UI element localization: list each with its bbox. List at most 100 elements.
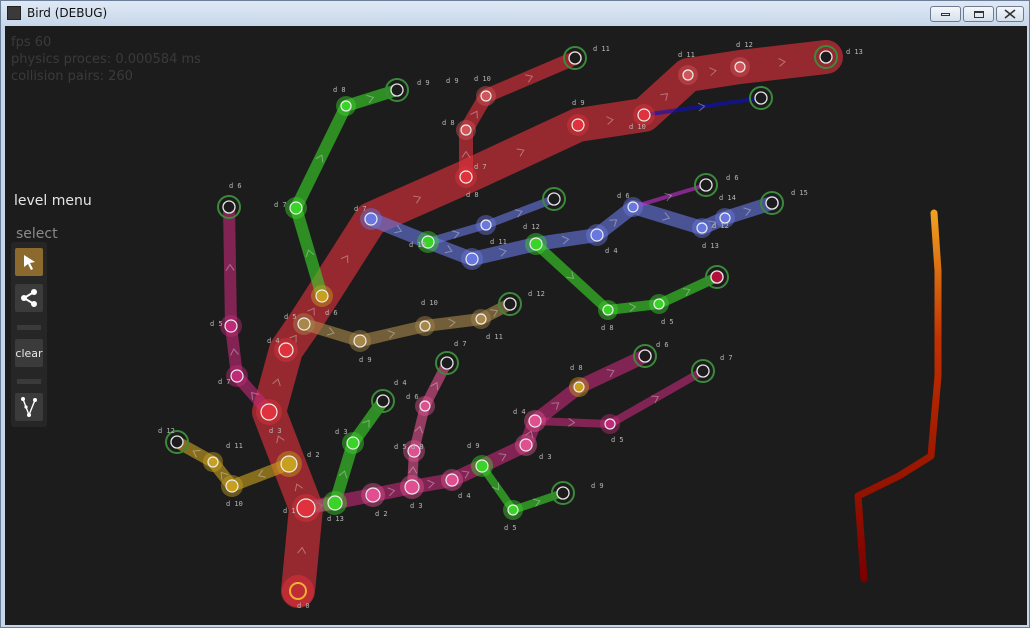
branch-node[interactable] [480,219,492,231]
branch-node[interactable] [404,479,420,495]
maximize-button[interactable] [963,6,994,22]
tool-panel: clear [11,242,47,427]
depth-label: d 10 [421,299,438,307]
app-icon [7,6,21,20]
depth-label: d 8 [333,86,346,94]
depth-label: d 4 [267,337,280,345]
branch-node[interactable] [346,436,360,450]
branch-node[interactable] [224,319,238,333]
depth-label: d 3 [335,428,348,436]
leaf-node[interactable] [547,192,561,206]
branch-node[interactable] [637,108,651,122]
branch-node[interactable] [590,228,604,242]
depth-label: d 2 [307,451,320,459]
branch-node[interactable] [327,495,343,511]
depth-label: d 10 [474,75,491,83]
branch-node[interactable] [627,201,639,213]
tree-scene[interactable]: d 0 d 1 d 2 d 3 d 4 d 5 d 6 d 7 d 8 d 9 d 10 d 11 d … [5,26,1027,625]
branch-node[interactable] [573,381,585,393]
depth-label: d 4 [458,492,471,500]
leaf-node[interactable] [638,349,652,363]
branch-node[interactable] [365,487,381,503]
branch-node[interactable] [734,61,746,73]
leaf-node-selected[interactable] [710,270,724,284]
branch-node[interactable] [289,201,303,215]
leaf-node[interactable] [819,50,833,64]
depth-label: d 12 [736,41,753,49]
branch-node[interactable] [604,418,616,430]
depth-label: d 13 [846,48,863,56]
branch-node[interactable] [315,289,329,303]
branch-node[interactable] [340,100,352,112]
close-button[interactable] [996,6,1024,22]
branch-node[interactable] [297,317,311,331]
depth-label: d 9 [591,482,604,490]
window-title: Bird (DEBUG) [27,6,108,20]
branch-node[interactable] [460,124,472,136]
close-icon [997,7,1023,21]
leaf-node[interactable] [503,297,517,311]
depth-label: d 6 [656,341,669,349]
branch-node[interactable] [260,403,278,421]
graph-tool-button[interactable] [15,393,43,421]
select-tool-button[interactable] [15,248,43,276]
depth-label: d 3 [269,427,282,435]
clear-button[interactable]: clear [15,339,43,367]
minimize-icon [931,7,960,21]
branch-node[interactable] [480,90,492,102]
branch-node[interactable] [475,459,489,473]
depth-label: d 7 [274,201,287,209]
select-arrow-icon [24,255,35,270]
leaf-node[interactable] [222,200,236,214]
depth-label: d 5 [661,318,674,326]
depth-label: d 12 [523,223,540,231]
branch-node[interactable] [571,118,585,132]
branch-node[interactable] [602,304,614,316]
leaf-node[interactable] [765,196,779,210]
branch-node[interactable] [465,252,479,266]
branch-tool-button[interactable] [15,284,43,312]
branch-node[interactable] [696,222,708,234]
branch-node[interactable] [225,479,239,493]
leaf-node[interactable] [754,91,768,105]
branch-node[interactable] [364,212,378,226]
depth-label: d 10 [226,500,243,508]
depth-label: d 6 [229,182,242,190]
depth-label: d 6 [325,309,338,317]
depth-label: d 5 [284,313,297,321]
collision-pairs-readout: collision pairs: 260 [11,69,133,84]
branch-node[interactable] [528,414,542,428]
leaf-node[interactable] [170,435,184,449]
branch-node[interactable] [507,504,519,516]
depth-label: d 12 [158,427,175,435]
title-bar[interactable]: Bird (DEBUG) [1,1,1029,26]
depth-label: d 5 [394,443,407,451]
branch-node[interactable] [475,313,487,325]
branch-node[interactable] [280,455,298,473]
minimize-button[interactable] [930,6,961,22]
leaf-node[interactable] [440,356,454,370]
branch-node[interactable] [353,334,367,348]
depth-label: d 5 [611,436,624,444]
leaf-node[interactable] [696,364,710,378]
leaf-node[interactable] [556,486,570,500]
branch-node[interactable] [653,298,665,310]
branch-node[interactable] [682,69,694,81]
branch-node[interactable] [519,438,533,452]
leaf-node[interactable] [390,83,404,97]
branch-node[interactable] [230,369,244,383]
branch-node[interactable] [445,473,459,487]
branch-node[interactable] [459,170,473,184]
branch-node[interactable] [419,320,431,332]
branch-node[interactable] [278,342,294,358]
depth-label: d 8 [411,443,424,451]
game-canvas[interactable]: d 0 d 1 d 2 d 3 d 4 d 5 d 6 d 7 d 8 d 9 d 10 d 11 d … [5,26,1027,625]
leaf-node[interactable] [699,178,713,192]
fps-readout: fps 60 [11,35,52,50]
branch-node[interactable] [419,400,431,412]
branch-node[interactable] [207,456,219,468]
leaf-node[interactable] [568,51,582,65]
branch-node[interactable] [529,237,543,251]
leaf-node[interactable] [376,394,390,408]
branch-node[interactable] [296,498,316,518]
